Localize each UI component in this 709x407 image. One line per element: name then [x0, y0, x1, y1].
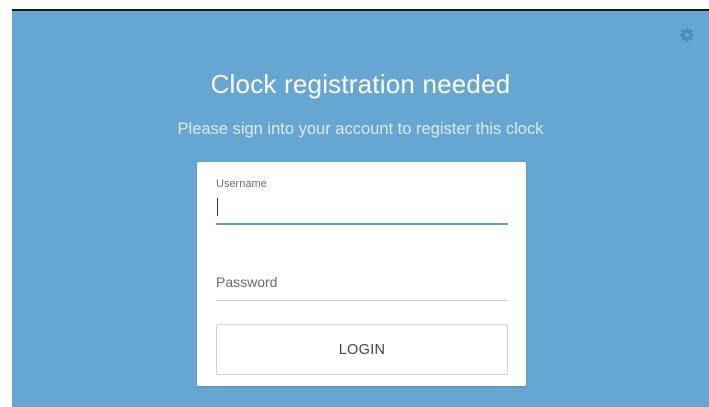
username-underline: [216, 223, 508, 225]
username-label: Username: [216, 178, 267, 190]
app-frame: Clock registration needed Please sign in…: [0, 0, 709, 407]
text-cursor: [217, 198, 218, 216]
login-card: Username LOGIN: [197, 162, 526, 386]
username-input[interactable]: [216, 195, 508, 217]
password-underline: [216, 300, 508, 301]
password-input[interactable]: [216, 271, 508, 293]
password-field: [216, 259, 508, 304]
login-button[interactable]: LOGIN: [216, 324, 508, 375]
gear-icon[interactable]: [679, 27, 695, 43]
username-field: Username: [216, 178, 508, 236]
registration-screen: Clock registration needed Please sign in…: [12, 11, 709, 407]
page-title: Clock registration needed: [210, 69, 511, 99]
page-subtitle: Please sign into your account to registe…: [177, 120, 544, 138]
